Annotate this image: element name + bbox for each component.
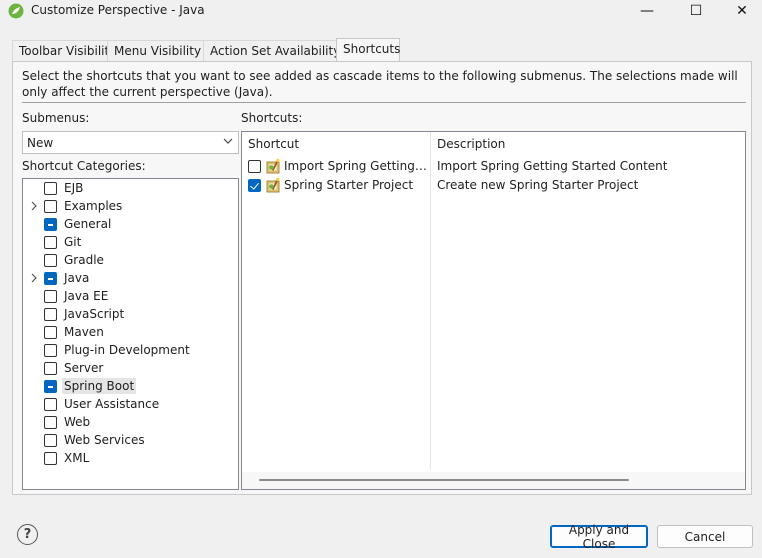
category-label: XML [64, 451, 90, 465]
shortcut-checkbox[interactable] [248, 179, 261, 192]
category-checkbox[interactable] [44, 416, 57, 429]
window-title: Customize Perspective - Java [31, 3, 205, 17]
category-label: Web Services [64, 433, 145, 447]
category-item-web-services[interactable]: Web Services [23, 431, 238, 449]
submenus-label: Submenus: [22, 111, 90, 125]
column-header-description[interactable]: Description [437, 137, 505, 151]
category-item-spring-boot[interactable]: Spring Boot [23, 377, 238, 395]
category-checkbox[interactable] [44, 362, 57, 375]
category-checkbox[interactable] [44, 218, 57, 231]
category-item-plug-in-development[interactable]: Plug-in Development [23, 341, 238, 359]
maximize-button[interactable]: ☐ [673, 0, 719, 22]
category-item-general[interactable]: General [23, 215, 238, 233]
scrollbar-thumb[interactable] [259, 479, 629, 481]
shortcut-checkbox[interactable] [248, 160, 261, 173]
category-item-maven[interactable]: Maven [23, 323, 238, 341]
category-checkbox[interactable] [44, 398, 57, 411]
category-label: General [64, 217, 112, 231]
category-label: Java EE [64, 289, 109, 303]
category-checkbox[interactable] [44, 182, 57, 195]
category-checkbox[interactable] [44, 452, 57, 465]
category-checkbox[interactable] [44, 434, 57, 447]
category-label: Java [64, 271, 90, 285]
tab-menu-visibility[interactable]: Menu Visibility [107, 40, 204, 62]
category-label: User Assistance [64, 397, 160, 411]
category-checkbox[interactable] [44, 326, 57, 339]
category-label: Git [64, 235, 82, 249]
category-checkbox[interactable] [44, 200, 57, 213]
category-item-web[interactable]: Web [23, 413, 238, 431]
category-item-examples[interactable]: Examples [23, 197, 238, 215]
separator [22, 102, 746, 103]
table-row[interactable]: Import Spring Getting St... Import Sprin… [242, 157, 745, 176]
category-item-java-ee[interactable]: Java EE [23, 287, 238, 305]
shortcuts-table: Shortcut Description Import Spring Getti… [241, 131, 746, 490]
category-label: EJB [64, 181, 84, 195]
category-label: Server [64, 361, 104, 375]
category-label: Plug-in Development [64, 343, 190, 357]
submenus-selected-value: New [27, 136, 54, 150]
tab-action-set-availability[interactable]: Action Set Availability [203, 40, 340, 62]
category-label: Maven [64, 325, 104, 339]
horizontal-scrollbar[interactable] [242, 472, 745, 489]
minimize-button[interactable]: — [624, 0, 670, 22]
category-label: Gradle [64, 253, 104, 267]
category-item-git[interactable]: Git [23, 233, 238, 251]
chevron-right-icon[interactable] [29, 272, 39, 284]
category-item-xml[interactable]: XML [23, 449, 238, 467]
category-checkbox[interactable] [44, 290, 57, 303]
close-button[interactable]: ✕ [719, 0, 762, 22]
category-item-ejb[interactable]: EJB [23, 179, 238, 197]
category-label: Spring Boot [62, 378, 137, 394]
shortcut-name: Import Spring Getting St... [284, 159, 429, 173]
category-item-server[interactable]: Server [23, 359, 238, 377]
help-icon[interactable]: ? [17, 524, 38, 545]
tab-toolbar-visibility[interactable]: Toolbar Visibility [12, 40, 116, 62]
category-label: Examples [64, 199, 123, 213]
shortcuts-label: Shortcuts: [241, 111, 303, 125]
title-bar: Customize Perspective - Java — ☐ ✕ [0, 0, 762, 22]
shortcut-description: Import Spring Getting Started Content [437, 159, 668, 173]
category-item-gradle[interactable]: Gradle [23, 251, 238, 269]
spring-wizard-icon [266, 158, 280, 174]
category-checkbox[interactable] [44, 236, 57, 249]
table-row[interactable]: Spring Starter Project Create new Spring… [242, 176, 745, 195]
cancel-button[interactable]: Cancel [657, 525, 753, 548]
column-header-shortcut[interactable]: Shortcut [248, 137, 299, 151]
category-checkbox[interactable] [44, 308, 57, 321]
shortcut-categories-label: Shortcut Categories: [22, 159, 146, 173]
shortcut-description: Create new Spring Starter Project [437, 178, 639, 192]
categories-tree: EJB Examples General Git Gradle Java Jav… [22, 178, 239, 490]
category-checkbox[interactable] [44, 254, 57, 267]
submenus-dropdown[interactable]: New [22, 131, 239, 154]
shortcut-name: Spring Starter Project [284, 178, 414, 192]
category-item-javascript[interactable]: JavaScript [23, 305, 238, 323]
shortcuts-panel: Select the shortcuts that you want to se… [12, 61, 752, 495]
spring-wizard-icon [266, 177, 280, 193]
spring-tools-icon [8, 3, 24, 19]
chevron-down-icon [223, 138, 233, 144]
category-label: JavaScript [64, 307, 125, 321]
category-checkbox[interactable] [44, 380, 57, 393]
category-label: Web [64, 415, 91, 429]
apply-and-close-button[interactable]: Apply and Close [550, 523, 648, 551]
category-checkbox[interactable] [44, 344, 57, 357]
instructions-text: Select the shortcuts that you want to se… [22, 69, 738, 99]
chevron-right-icon[interactable] [29, 200, 39, 212]
category-item-java[interactable]: Java [23, 269, 238, 287]
tab-shortcuts[interactable]: Shortcuts [336, 38, 400, 63]
category-item-user-assistance[interactable]: User Assistance [23, 395, 238, 413]
category-checkbox[interactable] [44, 272, 57, 285]
